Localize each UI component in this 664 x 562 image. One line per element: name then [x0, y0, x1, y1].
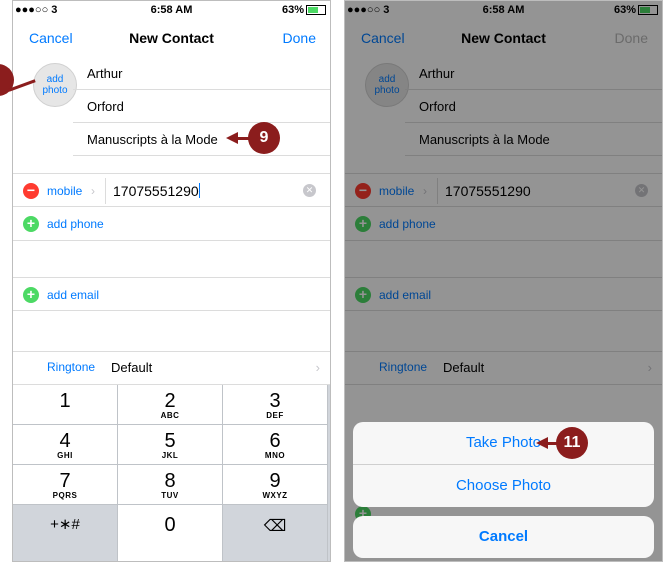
key-5[interactable]: 5 JKL — [118, 425, 223, 465]
key-letters: GHI — [57, 451, 73, 460]
delete-key[interactable]: ⌫ — [223, 505, 328, 561]
photo-action-sheet: Take Photo Choose Photo — [353, 422, 654, 507]
key-3[interactable]: 3 DEF — [223, 385, 328, 425]
first-name-field[interactable]: Arthur — [73, 57, 330, 90]
key-1[interactable]: 1 — [13, 385, 118, 425]
key-digit: 0 — [164, 514, 176, 536]
key-letters: DEF — [266, 411, 284, 420]
key-8[interactable]: 8 TUV — [118, 465, 223, 505]
left-screen: ●●●○○ 3 6:58 AM 63% Cancel New Contact D… — [12, 0, 331, 562]
add-phone-label: add phone — [47, 217, 104, 231]
key-digit: 2 — [164, 390, 176, 412]
clear-icon[interactable]: ✕ — [303, 184, 316, 197]
battery-percent: 63% — [281, 4, 304, 16]
battery-status: 63% — [282, 4, 326, 16]
delete-phone-icon[interactable]: − — [23, 183, 39, 199]
add-phone-icon: + — [23, 216, 39, 232]
phone-value: 17075551290 — [113, 183, 199, 199]
backspace-icon: ⌫ — [263, 518, 287, 535]
right-screen: ●●●○○ 3 6:58 AM 63% Cancel New Contact D… — [344, 0, 663, 562]
last-name-field[interactable]: Orford — [73, 90, 330, 123]
key-letters: MNO — [264, 451, 286, 460]
numeric-keypad: 1 2 ABC 3 DEF 4 GHI 5 JKL 6 MNO 7 PQRS 8 TUV 9W… — [13, 385, 330, 561]
company-field[interactable]: Manuscripts à la Mode — [73, 123, 330, 156]
key-digit: +∗# — [50, 516, 80, 533]
key-4[interactable]: 4 GHI — [13, 425, 118, 465]
phone-row: − mobile › 17075551290 ✕ — [13, 173, 330, 207]
callout-badge: 9 — [248, 122, 280, 154]
add-photo-label-line1: add — [46, 74, 64, 85]
key-6[interactable]: 6 MNO — [223, 425, 328, 465]
key-letters: ABC — [160, 411, 180, 420]
take-photo-button[interactable]: Take Photo — [353, 422, 654, 465]
key-2[interactable]: 2 ABC — [118, 385, 223, 425]
chevron-right-icon: › — [315, 360, 320, 375]
key-letters: JKL — [161, 451, 179, 460]
key-digit: 4 — [59, 430, 71, 452]
text-cursor — [198, 183, 200, 198]
nav-bar: Cancel New Contact Done — [13, 21, 330, 57]
key-digit: 1 — [59, 390, 71, 412]
key-digit: 7 — [59, 470, 71, 492]
key-9[interactable]: 9 WXYZ — [223, 465, 328, 505]
add-photo-label-line2: photo — [42, 85, 68, 96]
battery-icon — [306, 5, 326, 16]
key-letters: WXYZ — [262, 491, 288, 500]
ringtone-row[interactable]: Ringtone Default › — [13, 351, 330, 385]
key-0[interactable]: 0 — [118, 505, 223, 561]
key-symbols[interactable]: +∗# — [13, 505, 118, 561]
ringtone-label: Ringtone — [47, 360, 96, 374]
done-button[interactable]: Done — [283, 30, 316, 46]
phone-label[interactable]: mobile — [47, 184, 82, 198]
key-digit: 8 — [164, 470, 176, 492]
callout-badge: 11 — [556, 427, 588, 459]
add-email-row[interactable]: + add email — [13, 277, 330, 311]
add-photo-button[interactable]: add photo — [33, 63, 77, 107]
key-digit: 3 — [269, 390, 281, 412]
phone-input[interactable]: 17075551290 — [113, 183, 200, 199]
ringtone-value: Default — [111, 360, 153, 375]
cancel-sheet: Cancel — [353, 516, 654, 558]
add-phone-row[interactable]: + add phone — [13, 207, 330, 241]
add-email-label: add email — [47, 288, 100, 302]
choose-photo-button[interactable]: Choose Photo — [353, 465, 654, 507]
divider — [105, 178, 106, 204]
key-digit: 6 — [269, 430, 281, 452]
key-7[interactable]: 7 PQRS — [13, 465, 118, 505]
add-email-icon: + — [23, 287, 39, 303]
status-bar: ●●●○○ 3 6:58 AM 63% — [13, 1, 330, 21]
cancel-sheet-button[interactable]: Cancel — [353, 516, 654, 558]
chevron-right-icon: › — [91, 184, 95, 198]
key-letters: PQRS — [52, 491, 78, 500]
key-digit: 9 — [269, 470, 281, 492]
key-digit: 5 — [164, 430, 176, 452]
key-letters: TUV — [161, 491, 179, 500]
